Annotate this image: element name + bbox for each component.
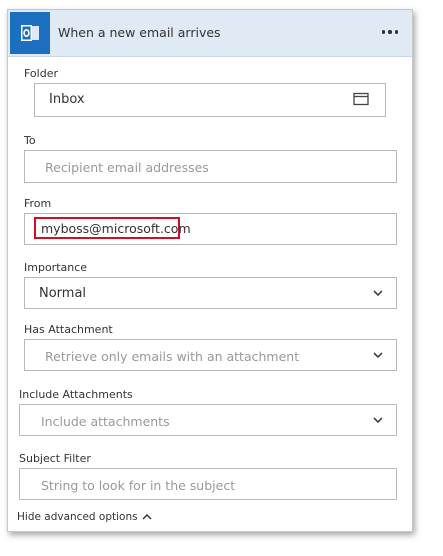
importance-value: Normal — [39, 286, 87, 301]
folder-picker-icon[interactable] — [353, 92, 369, 106]
more-options-button[interactable] — [376, 20, 404, 44]
subject-filter-placeholder: String to look for in the subject — [41, 478, 236, 493]
more-dot-icon — [394, 30, 399, 34]
importance-dropdown[interactable]: Normal — [24, 277, 397, 309]
trigger-header[interactable]: When a new email arrives — [8, 10, 412, 57]
from-label: From — [24, 197, 52, 210]
hide-advanced-options-link[interactable]: Hide advanced options — [17, 511, 153, 523]
subject-filter-field[interactable]: String to look for in the subject — [19, 468, 397, 500]
importance-label: Importance — [24, 261, 88, 274]
to-field[interactable]: Recipient email addresses — [24, 150, 397, 183]
more-dot-icon — [381, 30, 386, 34]
trigger-title: When a new email arrives — [58, 25, 221, 40]
has-attachment-dropdown[interactable]: Retrieve only emails with an attachment — [24, 339, 397, 371]
chevron-down-icon — [373, 352, 383, 359]
folder-label: Folder — [24, 67, 58, 80]
chevron-down-icon — [373, 290, 383, 297]
has-attachment-label: Has Attachment — [24, 323, 113, 336]
hide-advanced-options-label: Hide advanced options — [17, 511, 138, 523]
to-placeholder: Recipient email addresses — [45, 160, 209, 175]
folder-value: Inbox — [49, 92, 85, 107]
more-dot-icon — [388, 30, 392, 34]
include-attachments-placeholder: Include attachments — [41, 414, 170, 429]
from-field[interactable]: myboss@microsoft.com — [24, 213, 397, 245]
chevron-down-icon — [373, 417, 383, 424]
outlook-icon — [10, 12, 50, 54]
trigger-card: When a new email arrives Folder Inbox To… — [7, 9, 413, 532]
subject-filter-label: Subject Filter — [19, 452, 91, 465]
chevron-up-icon — [142, 514, 152, 520]
has-attachment-placeholder: Retrieve only emails with an attachment — [45, 349, 300, 364]
include-attachments-dropdown[interactable]: Include attachments — [19, 404, 397, 436]
to-label: To — [24, 134, 36, 147]
from-value: myboss@microsoft.com — [41, 221, 191, 236]
include-attachments-label: Include Attachments — [19, 388, 133, 401]
folder-field[interactable]: Inbox — [34, 83, 386, 117]
